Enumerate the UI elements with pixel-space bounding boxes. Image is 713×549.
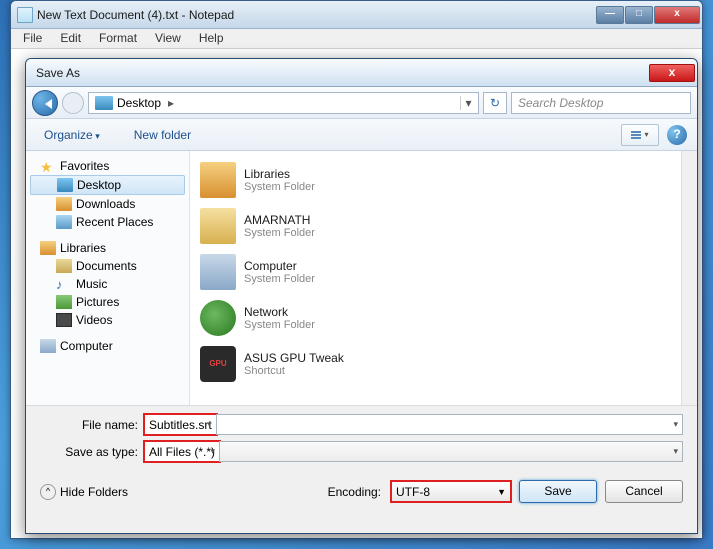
close-button[interactable]: x xyxy=(654,6,700,24)
filename-input-ext[interactable] xyxy=(216,414,683,435)
downloads-icon xyxy=(56,197,72,211)
tree-pictures[interactable]: Pictures xyxy=(26,293,189,311)
libraries-icon xyxy=(200,162,236,198)
savetype-combo[interactable]: All Files (*.*) xyxy=(144,441,220,462)
computer-icon xyxy=(40,339,56,353)
notepad-icon xyxy=(17,7,33,23)
saveas-titlebar: Save As x xyxy=(26,59,697,87)
filename-input[interactable]: Subtitles.srt xyxy=(144,414,217,435)
refresh-button[interactable]: ↻ xyxy=(483,92,507,114)
computer-icon xyxy=(200,254,236,290)
tree-videos[interactable]: Videos xyxy=(26,311,189,329)
filename-label: File name: xyxy=(40,418,144,432)
user-folder-icon xyxy=(200,208,236,244)
file-list[interactable]: LibrariesSystem Folder AMARNATHSystem Fo… xyxy=(190,151,697,405)
tree-recent[interactable]: Recent Places xyxy=(26,213,189,231)
libraries-icon xyxy=(40,241,56,255)
savetype-label: Save as type: xyxy=(40,445,144,459)
scrollbar[interactable] xyxy=(681,151,697,405)
recent-icon xyxy=(56,215,72,229)
menu-view[interactable]: View xyxy=(147,29,189,48)
tree-downloads[interactable]: Downloads xyxy=(26,195,189,213)
star-icon: ★ xyxy=(40,159,56,173)
menu-format[interactable]: Format xyxy=(91,29,145,48)
documents-icon xyxy=(56,259,72,273)
search-input[interactable]: Search Desktop xyxy=(511,92,691,114)
path-segment: Desktop xyxy=(117,96,161,110)
address-bar[interactable]: Desktop ▸ ▾ xyxy=(88,92,479,114)
save-button[interactable]: Save xyxy=(519,480,597,503)
saveas-dialog: Save As x Desktop ▸ ▾ ↻ Search Desktop O… xyxy=(25,58,698,534)
tree-favorites[interactable]: ★Favorites xyxy=(26,157,189,175)
notepad-titlebar: New Text Document (4).txt - Notepad — □ … xyxy=(11,1,702,29)
path-dropdown[interactable]: ▾ xyxy=(460,96,476,110)
back-button[interactable] xyxy=(32,90,58,116)
pictures-icon xyxy=(56,295,72,309)
gpu-shortcut-icon: GPU xyxy=(200,346,236,382)
menu-edit[interactable]: Edit xyxy=(52,29,89,48)
dialog-close-button[interactable]: x xyxy=(649,64,695,82)
videos-icon xyxy=(56,313,72,327)
list-item[interactable]: LibrariesSystem Folder xyxy=(194,157,693,203)
network-icon xyxy=(200,300,236,336)
tree-libraries[interactable]: Libraries xyxy=(26,239,189,257)
hide-folders-button[interactable]: ^ Hide Folders xyxy=(40,484,128,500)
toolbar: Organize New folder ▾ ? xyxy=(26,119,697,151)
tree-music[interactable]: ♪Music xyxy=(26,275,189,293)
notepad-title: New Text Document (4).txt - Notepad xyxy=(37,8,596,22)
view-options-button[interactable]: ▾ xyxy=(621,124,659,146)
footer: ^ Hide Folders Encoding: UTF-8 Save Canc… xyxy=(26,468,697,517)
nav-bar: Desktop ▸ ▾ ↻ Search Desktop xyxy=(26,87,697,119)
new-folder-button[interactable]: New folder xyxy=(126,124,199,146)
help-button[interactable]: ? xyxy=(667,125,687,145)
menu-file[interactable]: File xyxy=(15,29,50,48)
list-item[interactable]: NetworkSystem Folder xyxy=(194,295,693,341)
list-item[interactable]: GPU ASUS GPU TweakShortcut xyxy=(194,341,693,387)
desktop-icon xyxy=(57,178,73,192)
forward-button[interactable] xyxy=(62,92,84,114)
chevron-right-icon[interactable]: ▸ xyxy=(165,96,177,110)
encoding-label: Encoding: xyxy=(328,485,381,499)
list-item[interactable]: AMARNATHSystem Folder xyxy=(194,203,693,249)
collapse-icon: ^ xyxy=(40,484,56,500)
minimize-button[interactable]: — xyxy=(596,6,624,24)
saveas-title: Save As xyxy=(36,66,649,80)
tree-computer[interactable]: Computer xyxy=(26,337,189,355)
tree-desktop[interactable]: Desktop xyxy=(30,175,185,195)
input-area: File name: Subtitles.srt Save as type: A… xyxy=(26,405,697,462)
maximize-button[interactable]: □ xyxy=(625,6,653,24)
list-item[interactable]: ComputerSystem Folder xyxy=(194,249,693,295)
organize-button[interactable]: Organize xyxy=(36,124,108,146)
cancel-button[interactable]: Cancel xyxy=(605,480,683,503)
nav-tree: ★Favorites Desktop Downloads Recent Plac… xyxy=(26,151,190,405)
savetype-combo-ext[interactable] xyxy=(219,441,683,462)
music-icon: ♪ xyxy=(56,277,72,291)
desktop-icon xyxy=(95,96,113,110)
encoding-combo[interactable]: UTF-8 xyxy=(391,481,511,502)
menu-help[interactable]: Help xyxy=(191,29,232,48)
tree-documents[interactable]: Documents xyxy=(26,257,189,275)
notepad-menubar: File Edit Format View Help xyxy=(11,29,702,49)
